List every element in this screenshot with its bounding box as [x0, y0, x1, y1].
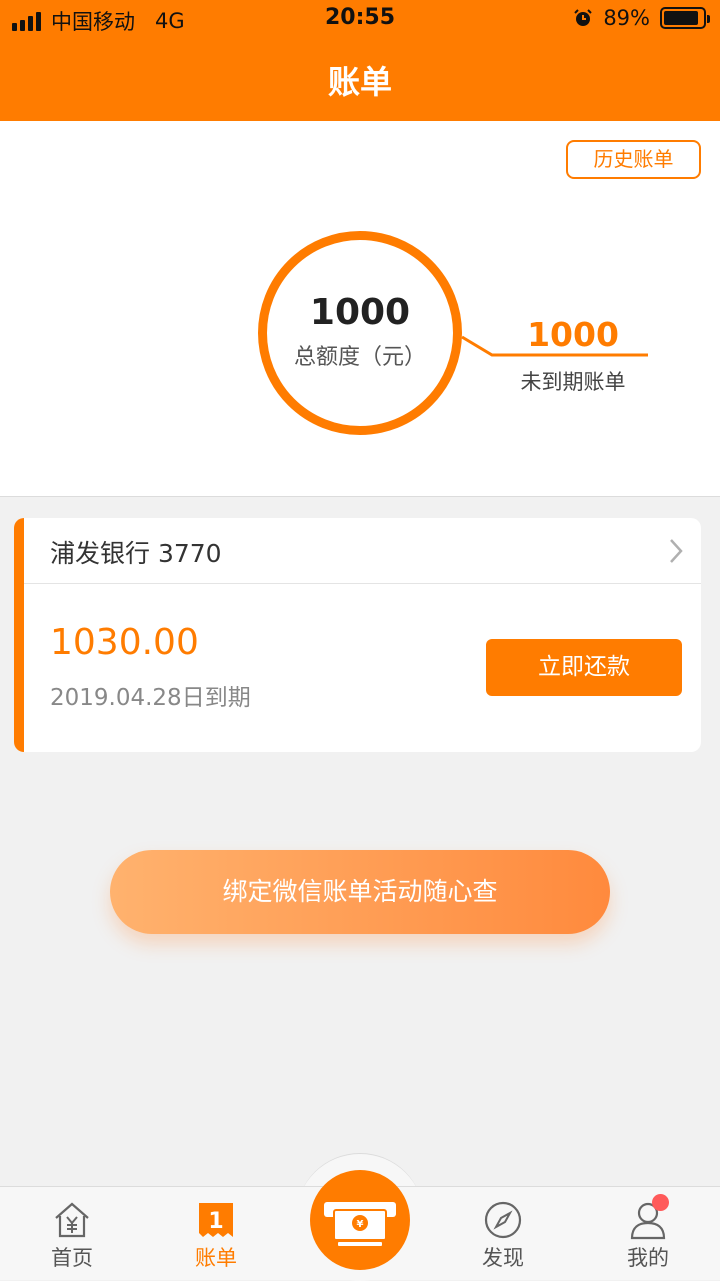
tab-mine[interactable]: 我的 [593, 1187, 703, 1281]
tab-discover[interactable]: 发现 [448, 1187, 558, 1281]
nav-bar: 账单 [0, 40, 720, 121]
tab-home-label: 首页 [51, 1246, 93, 1270]
tab-bill-label: 账单 [195, 1246, 237, 1270]
page-title: 账单 [327, 63, 392, 101]
battery-icon [660, 7, 710, 29]
unpaid-bill-value: 1000 [527, 315, 619, 354]
bill-amount: 1030.00 [50, 622, 199, 663]
tab-mine-label: 我的 [627, 1246, 669, 1270]
chevron-right-icon [670, 539, 683, 563]
status-bar: 中国移动 4G 20:55 89% [0, 0, 720, 40]
repay-now-button[interactable]: 立即还款 [486, 639, 682, 696]
bill-card[interactable]: 浦发银行 3770 1030.00 2019.04.28日到期 立即还款 [14, 518, 701, 752]
battery-fill [664, 11, 698, 25]
bill-summary: 历史账单 1000 总额度（元） 1000 未到期账单 [0, 121, 720, 497]
cash-machine-icon: ¥ [324, 1202, 396, 1246]
card-header[interactable]: 浦发银行 3770 [24, 518, 701, 584]
card-accent-bar [14, 518, 24, 752]
cash-center-button[interactable]: ¥ [310, 1170, 410, 1270]
tab-discover-label: 发现 [482, 1246, 524, 1270]
home-yuan-icon [55, 1202, 89, 1238]
bind-wechat-button[interactable]: 绑定微信账单活动随心查 [110, 850, 610, 934]
svg-text:¥: ¥ [357, 1219, 364, 1230]
compass-icon [484, 1201, 522, 1239]
svg-text:1: 1 [208, 1209, 223, 1234]
battery-percent: 89% [603, 6, 650, 30]
unpaid-bill-label: 未到期账单 [520, 370, 626, 394]
alarm-icon [574, 9, 593, 26]
tab-home[interactable]: 首页 [17, 1187, 127, 1281]
due-date: 2019.04.28日到期 [50, 685, 251, 711]
bill-icon: 1 [199, 1203, 233, 1237]
bank-name: 浦发银行 3770 [50, 539, 222, 568]
status-right: 89% [573, 6, 710, 30]
notification-badge [652, 1194, 669, 1211]
tab-bill[interactable]: 1 账单 [161, 1187, 271, 1281]
leader-line [461, 335, 648, 357]
